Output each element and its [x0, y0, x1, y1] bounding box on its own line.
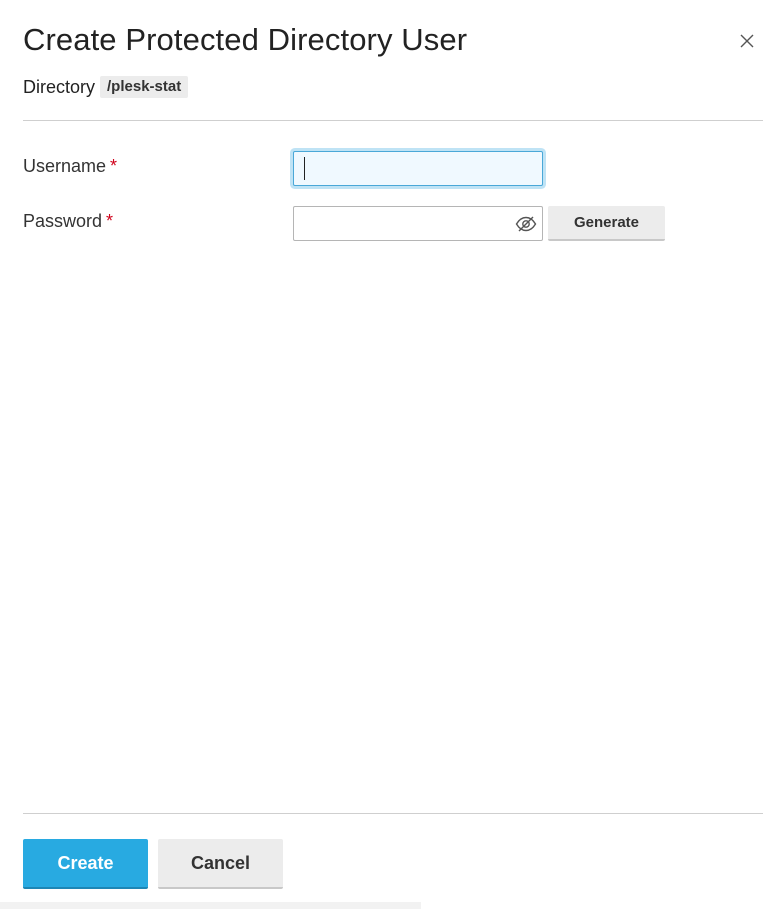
eye-off-icon: [515, 216, 537, 232]
toggle-password-visibility[interactable]: [514, 213, 538, 235]
required-marker: *: [110, 156, 118, 176]
required-marker: *: [106, 211, 114, 231]
close-button[interactable]: [736, 30, 758, 52]
create-user-dialog: Create Protected Directory User Director…: [0, 0, 770, 909]
text-caret: [304, 157, 305, 180]
close-icon: [740, 34, 754, 48]
horizontal-scrollbar[interactable]: [0, 902, 421, 909]
directory-badge: /plesk-stat: [100, 76, 189, 98]
dialog-title: Create Protected Directory User: [23, 22, 468, 57]
directory-row: Directory /plesk-stat: [23, 76, 189, 98]
password-input[interactable]: [293, 206, 543, 241]
username-input[interactable]: [293, 151, 543, 186]
footer-divider: [23, 813, 763, 814]
password-label-text: Password: [23, 211, 103, 231]
password-label: Password *: [23, 211, 113, 232]
generate-password-button[interactable]: Generate: [548, 206, 665, 241]
create-button[interactable]: Create: [23, 839, 148, 889]
header-divider: [23, 120, 763, 121]
directory-label: Directory: [23, 76, 96, 97]
cancel-button[interactable]: Cancel: [158, 839, 283, 889]
username-label-text: Username: [23, 156, 107, 176]
username-label: Username *: [23, 156, 117, 177]
